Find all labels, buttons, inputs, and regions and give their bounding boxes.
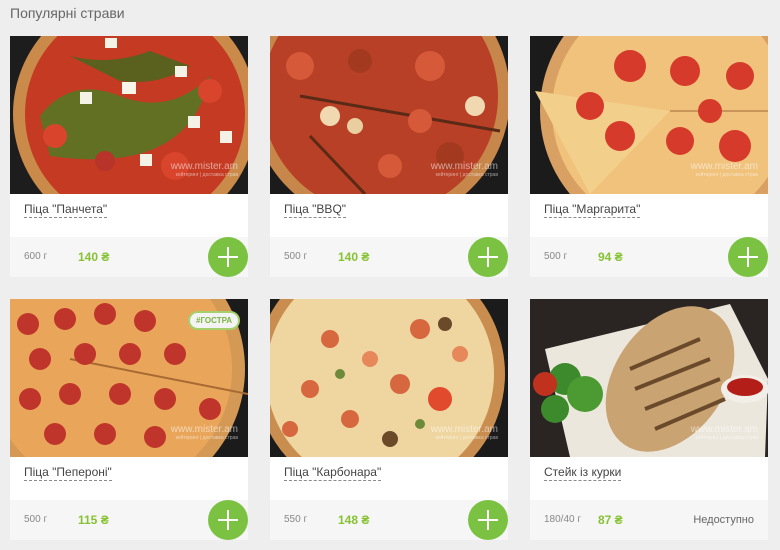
product-photo-chicken-steak[interactable]: www.mister.am кейтеринг | доставка страв <box>530 299 768 457</box>
product-name-link[interactable]: Піца "Панчета" <box>24 202 108 218</box>
product-photo-pepperoni[interactable]: #ГОСТРА www.mister.am кейтеринг | доставк… <box>10 299 248 457</box>
product-name-link[interactable]: Піца "Маргарита" <box>544 202 641 218</box>
add-to-cart-button[interactable] <box>468 237 508 277</box>
product-weight: 500 г <box>544 251 568 262</box>
product-weight: 500 г <box>284 251 308 262</box>
product-photo-margherita[interactable]: www.mister.am кейтеринг | доставка страв <box>530 36 768 194</box>
product-weight: 550 г <box>284 514 308 525</box>
unavailable-status: Недоступно <box>693 514 754 526</box>
product-card-pepperoni: #ГОСТРА www.mister.am кейтеринг | доставк… <box>10 299 248 540</box>
product-price: 87 ₴ <box>598 513 623 527</box>
product-price: 140 ₴ <box>78 250 110 264</box>
product-price: 140 ₴ <box>338 250 370 264</box>
spicy-badge: #ГОСТРА <box>188 311 240 330</box>
product-footer: 500 г 140 ₴ <box>270 237 508 277</box>
product-photo-bbq[interactable]: www.mister.am кейтеринг | доставка страв <box>270 36 508 194</box>
product-weight: 180/40 г <box>544 514 582 525</box>
product-weight: 600 г <box>24 251 48 262</box>
watermark: www.mister.am кейтеринг | доставка страв <box>690 161 758 179</box>
add-to-cart-button[interactable] <box>728 237 768 277</box>
product-name-link[interactable]: Піца "BBQ" <box>284 202 347 218</box>
product-card-pancetta: www.mister.am кейтеринг | доставка страв … <box>10 36 248 277</box>
product-name-link[interactable]: Піца "Карбонара" <box>284 465 382 481</box>
product-name-link[interactable]: Стейк із курки <box>544 465 622 481</box>
product-card-bbq: www.mister.am кейтеринг | доставка страв … <box>270 36 508 277</box>
watermark: www.mister.am кейтеринг | доставка страв <box>170 161 238 179</box>
add-to-cart-button[interactable] <box>468 500 508 540</box>
add-to-cart-button[interactable] <box>208 500 248 540</box>
add-to-cart-button[interactable] <box>208 237 248 277</box>
product-footer: 550 г 148 ₴ <box>270 500 508 540</box>
product-footer: 500 г 94 ₴ <box>530 237 768 277</box>
product-price: 115 ₴ <box>78 513 109 527</box>
product-card-carbonara: www.mister.am кейтеринг | доставка страв … <box>270 299 508 540</box>
product-price: 148 ₴ <box>338 513 370 527</box>
product-photo-pancetta[interactable]: www.mister.am кейтеринг | доставка страв <box>10 36 248 194</box>
product-card-chicken-steak: www.mister.am кейтеринг | доставка страв … <box>530 299 768 540</box>
product-price: 94 ₴ <box>598 250 623 264</box>
product-name-link[interactable]: Піца "Пепероні" <box>24 465 112 481</box>
watermark: www.mister.am кейтеринг | доставка страв <box>430 161 498 179</box>
section-title: Популярні страви <box>10 5 125 21</box>
product-footer: 600 г 140 ₴ <box>10 237 248 277</box>
product-weight: 500 г <box>24 514 48 525</box>
watermark: www.mister.am кейтеринг | доставка страв <box>690 424 758 442</box>
product-footer: 180/40 г 87 ₴ Недоступно <box>530 500 768 540</box>
product-photo-carbonara[interactable]: www.mister.am кейтеринг | доставка страв <box>270 299 508 457</box>
watermark: www.mister.am кейтеринг | доставка страв <box>430 424 498 442</box>
product-card-margherita: www.mister.am кейтеринг | доставка страв … <box>530 36 768 277</box>
watermark: www.mister.am кейтеринг | доставка страв <box>170 424 238 442</box>
product-footer: 500 г 115 ₴ <box>10 500 248 540</box>
